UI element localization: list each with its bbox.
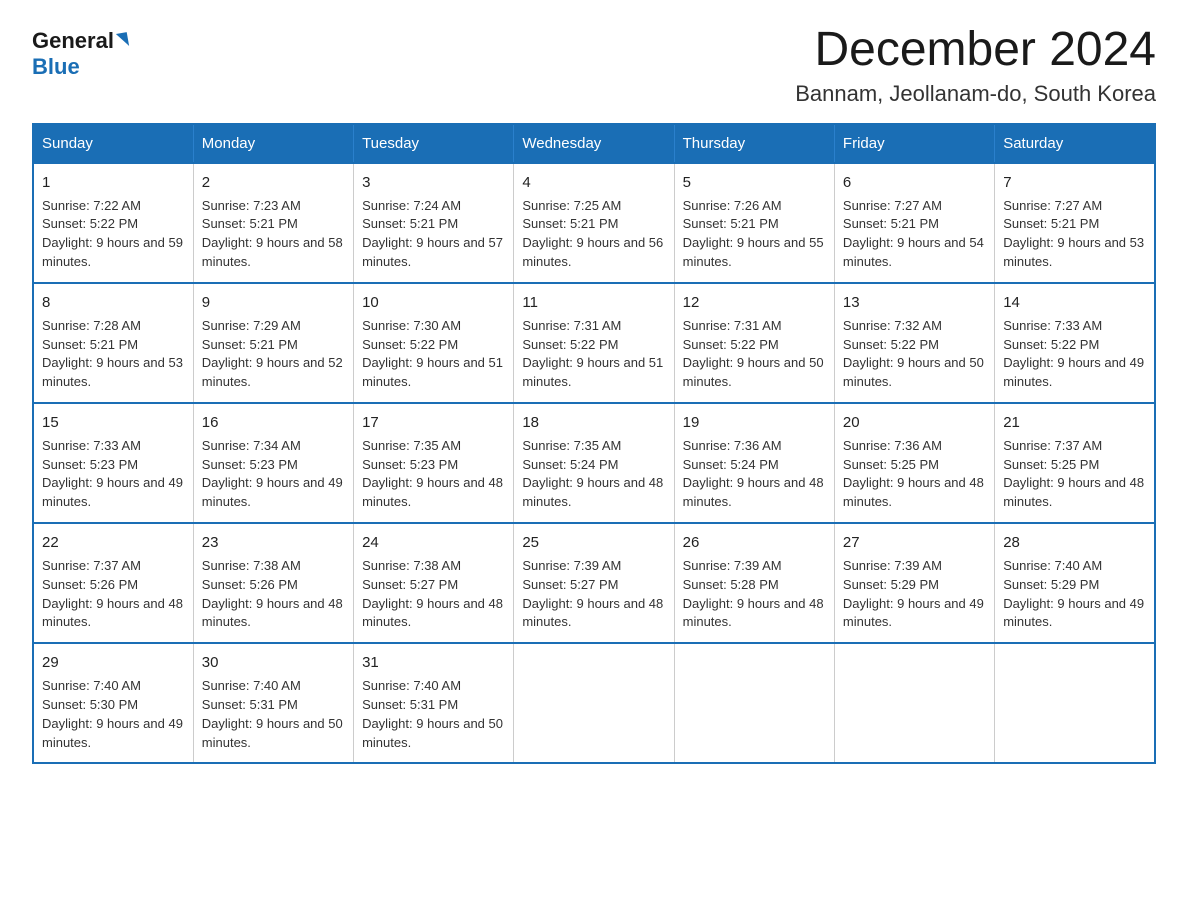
calendar-cell: 11Sunrise: 7:31 AMSunset: 5:22 PMDayligh… — [514, 283, 674, 403]
day-number: 7 — [1003, 172, 1146, 194]
day-number: 20 — [843, 412, 986, 434]
calendar-cell: 1Sunrise: 7:22 AMSunset: 5:22 PMDaylight… — [33, 163, 193, 283]
calendar-cell: 19Sunrise: 7:36 AMSunset: 5:24 PMDayligh… — [674, 403, 834, 523]
day-number: 10 — [362, 292, 505, 314]
day-number: 26 — [683, 532, 826, 554]
calendar-cell: 31Sunrise: 7:40 AMSunset: 5:31 PMDayligh… — [354, 643, 514, 763]
calendar-cell: 4Sunrise: 7:25 AMSunset: 5:21 PMDaylight… — [514, 163, 674, 283]
calendar-header-sunday: Sunday — [33, 124, 193, 163]
calendar-week-row: 8Sunrise: 7:28 AMSunset: 5:21 PMDaylight… — [33, 283, 1155, 403]
calendar-header-thursday: Thursday — [674, 124, 834, 163]
calendar-cell: 18Sunrise: 7:35 AMSunset: 5:24 PMDayligh… — [514, 403, 674, 523]
calendar-cell: 12Sunrise: 7:31 AMSunset: 5:22 PMDayligh… — [674, 283, 834, 403]
calendar-week-row: 29Sunrise: 7:40 AMSunset: 5:30 PMDayligh… — [33, 643, 1155, 763]
day-number: 23 — [202, 532, 345, 554]
calendar-cell — [514, 643, 674, 763]
day-number: 30 — [202, 652, 345, 674]
day-number: 15 — [42, 412, 185, 434]
day-number: 5 — [683, 172, 826, 194]
calendar-cell: 26Sunrise: 7:39 AMSunset: 5:28 PMDayligh… — [674, 523, 834, 643]
calendar-week-row: 1Sunrise: 7:22 AMSunset: 5:22 PMDaylight… — [33, 163, 1155, 283]
calendar-cell: 3Sunrise: 7:24 AMSunset: 5:21 PMDaylight… — [354, 163, 514, 283]
day-number: 2 — [202, 172, 345, 194]
day-number: 4 — [522, 172, 665, 194]
day-number: 19 — [683, 412, 826, 434]
calendar-cell: 25Sunrise: 7:39 AMSunset: 5:27 PMDayligh… — [514, 523, 674, 643]
logo: General Blue — [32, 24, 128, 81]
calendar-cell: 10Sunrise: 7:30 AMSunset: 5:22 PMDayligh… — [354, 283, 514, 403]
calendar-header-monday: Monday — [193, 124, 353, 163]
calendar-cell: 7Sunrise: 7:27 AMSunset: 5:21 PMDaylight… — [995, 163, 1155, 283]
calendar-cell: 21Sunrise: 7:37 AMSunset: 5:25 PMDayligh… — [995, 403, 1155, 523]
month-title: December 2024 — [795, 24, 1156, 77]
calendar-header-tuesday: Tuesday — [354, 124, 514, 163]
day-number: 22 — [42, 532, 185, 554]
calendar-cell: 28Sunrise: 7:40 AMSunset: 5:29 PMDayligh… — [995, 523, 1155, 643]
day-number: 3 — [362, 172, 505, 194]
title-block: December 2024 Bannam, Jeollanam-do, Sout… — [795, 24, 1156, 107]
calendar-cell: 20Sunrise: 7:36 AMSunset: 5:25 PMDayligh… — [834, 403, 994, 523]
calendar-cell: 30Sunrise: 7:40 AMSunset: 5:31 PMDayligh… — [193, 643, 353, 763]
calendar-cell: 24Sunrise: 7:38 AMSunset: 5:27 PMDayligh… — [354, 523, 514, 643]
day-number: 18 — [522, 412, 665, 434]
calendar-header-wednesday: Wednesday — [514, 124, 674, 163]
calendar-header-friday: Friday — [834, 124, 994, 163]
calendar-cell: 2Sunrise: 7:23 AMSunset: 5:21 PMDaylight… — [193, 163, 353, 283]
calendar-cell — [834, 643, 994, 763]
calendar-cell: 6Sunrise: 7:27 AMSunset: 5:21 PMDaylight… — [834, 163, 994, 283]
day-number: 29 — [42, 652, 185, 674]
day-number: 27 — [843, 532, 986, 554]
page-header: General Blue December 2024 Bannam, Jeoll… — [32, 24, 1156, 107]
day-number: 14 — [1003, 292, 1146, 314]
calendar-cell: 27Sunrise: 7:39 AMSunset: 5:29 PMDayligh… — [834, 523, 994, 643]
day-number: 9 — [202, 292, 345, 314]
day-number: 28 — [1003, 532, 1146, 554]
calendar-cell: 22Sunrise: 7:37 AMSunset: 5:26 PMDayligh… — [33, 523, 193, 643]
calendar-cell: 17Sunrise: 7:35 AMSunset: 5:23 PMDayligh… — [354, 403, 514, 523]
calendar-header-saturday: Saturday — [995, 124, 1155, 163]
day-number: 21 — [1003, 412, 1146, 434]
location-title: Bannam, Jeollanam-do, South Korea — [795, 81, 1156, 107]
calendar-cell: 16Sunrise: 7:34 AMSunset: 5:23 PMDayligh… — [193, 403, 353, 523]
calendar-cell: 13Sunrise: 7:32 AMSunset: 5:22 PMDayligh… — [834, 283, 994, 403]
calendar-cell: 8Sunrise: 7:28 AMSunset: 5:21 PMDaylight… — [33, 283, 193, 403]
day-number: 11 — [522, 292, 665, 314]
day-number: 13 — [843, 292, 986, 314]
calendar-header-row: SundayMondayTuesdayWednesdayThursdayFrid… — [33, 124, 1155, 163]
calendar-week-row: 15Sunrise: 7:33 AMSunset: 5:23 PMDayligh… — [33, 403, 1155, 523]
day-number: 24 — [362, 532, 505, 554]
calendar-week-row: 22Sunrise: 7:37 AMSunset: 5:26 PMDayligh… — [33, 523, 1155, 643]
day-number: 31 — [362, 652, 505, 674]
day-number: 25 — [522, 532, 665, 554]
calendar-cell — [674, 643, 834, 763]
calendar-cell: 29Sunrise: 7:40 AMSunset: 5:30 PMDayligh… — [33, 643, 193, 763]
day-number: 1 — [42, 172, 185, 194]
logo-blue-text: Blue — [32, 54, 80, 80]
day-number: 6 — [843, 172, 986, 194]
day-number: 17 — [362, 412, 505, 434]
day-number: 16 — [202, 412, 345, 434]
day-number: 8 — [42, 292, 185, 314]
calendar-cell: 15Sunrise: 7:33 AMSunset: 5:23 PMDayligh… — [33, 403, 193, 523]
calendar-cell: 9Sunrise: 7:29 AMSunset: 5:21 PMDaylight… — [193, 283, 353, 403]
logo-general-text: General — [32, 28, 128, 54]
calendar-table: SundayMondayTuesdayWednesdayThursdayFrid… — [32, 123, 1156, 765]
calendar-cell: 14Sunrise: 7:33 AMSunset: 5:22 PMDayligh… — [995, 283, 1155, 403]
calendar-cell — [995, 643, 1155, 763]
calendar-body: 1Sunrise: 7:22 AMSunset: 5:22 PMDaylight… — [33, 163, 1155, 764]
calendar-cell: 23Sunrise: 7:38 AMSunset: 5:26 PMDayligh… — [193, 523, 353, 643]
calendar-cell: 5Sunrise: 7:26 AMSunset: 5:21 PMDaylight… — [674, 163, 834, 283]
day-number: 12 — [683, 292, 826, 314]
